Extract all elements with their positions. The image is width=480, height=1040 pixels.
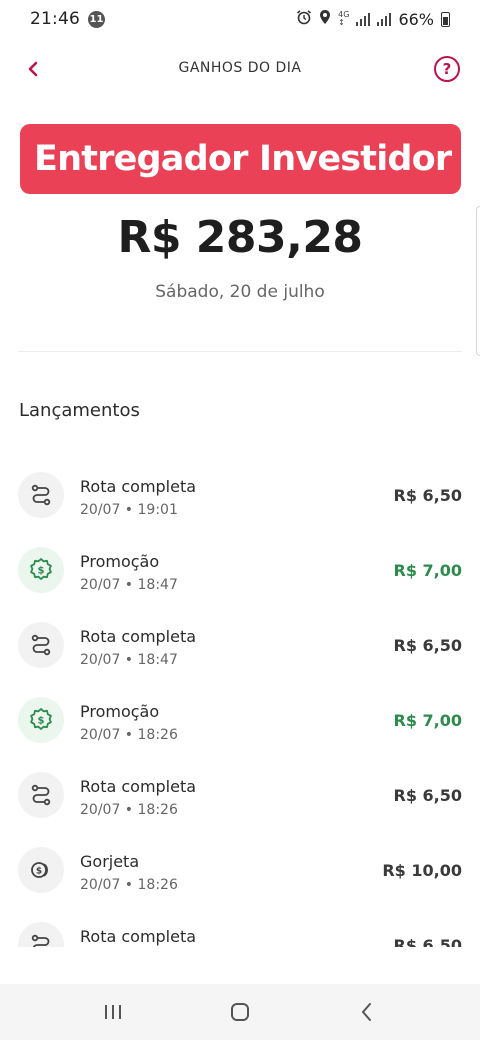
item-amount: R$ 7,00 [393,561,463,580]
item-title: Rota completa [80,927,197,946]
item-title: Promoção [80,702,160,721]
item-date: 20/07 • 18:47 [80,577,178,593]
page-title: GANHOS DO DIA [178,60,302,76]
svg-text:$: $ [38,566,45,577]
notification-count-badge: 11 [88,10,105,28]
daily-date: Sábado, 20 de julho [155,282,325,302]
item-date: 20/07 • 19:01 [80,502,178,518]
list-item[interactable]: Rota completa 20/07 • 18:47 R$ 6,50 [0,610,480,685]
svg-text:$: $ [38,716,45,727]
item-amount: R$ 10,00 [382,861,462,880]
item-date: 20/07 • 18:47 [80,652,178,668]
system-nav-bar [0,984,480,1040]
recent-apps-icon [105,1005,122,1019]
item-amount: R$ 7,00 [393,711,463,730]
item-title: Rota completa [80,627,197,646]
item-title: Promoção [80,552,160,571]
item-amount: R$ 6,50 [393,786,463,805]
coins-icon: $ [18,847,64,893]
list-item[interactable]: Rota completa 20/07 • 18:26 R$ 6,50 [0,760,480,835]
promo-badge-icon: $ [18,697,64,743]
home-button[interactable] [220,992,260,1032]
launches-list: Rota completa 20/07 • 19:01 R$ 6,50 $ Pr… [0,460,480,947]
system-back-button[interactable] [347,992,387,1032]
route-icon [18,772,64,818]
status-bar: 21:46 11 4G ↕ 66% [0,0,480,38]
question-circle-icon: ? [442,60,452,78]
item-title: Rota completa [80,477,197,496]
item-date: 20/07 • 18:26 [80,877,178,893]
home-icon [230,1003,249,1021]
location-icon [319,9,331,29]
item-amount: R$ 6,50 [393,636,463,655]
svg-text:$: $ [36,867,42,877]
signal-icon [356,12,371,26]
route-icon [18,922,64,947]
item-amount: R$ 6,50 [393,936,463,947]
promo-badge-icon: $ [18,547,64,593]
list-item[interactable]: Rota completa R$ 6,50 [0,910,480,947]
help-button[interactable]: ? [434,56,460,82]
status-time: 21:46 [30,9,80,29]
route-icon [18,622,64,668]
scrollbar[interactable] [476,206,480,356]
alarm-icon [296,9,312,29]
launches-section-title: Lançamentos [19,400,140,421]
list-item[interactable]: Rota completa 20/07 • 19:01 R$ 6,50 [0,460,480,535]
promo-banner: Entregador Investidor [20,124,461,194]
top-app-bar: GANHOS DO DIA ? [0,48,480,92]
list-item[interactable]: $ Promoção 20/07 • 18:26 R$ 7,00 [0,685,480,760]
item-amount: R$ 6,50 [393,486,463,505]
list-item[interactable]: $ Gorjeta 20/07 • 18:26 R$ 10,00 [0,835,480,910]
battery-percent: 66% [398,9,434,29]
divider [18,351,462,352]
item-title: Rota completa [80,777,197,796]
list-item[interactable]: $ Promoção 20/07 • 18:47 R$ 7,00 [0,535,480,610]
battery-icon [441,11,450,27]
daily-total: R$ 283,28 [117,212,363,263]
item-date: 20/07 • 18:26 [80,802,178,818]
item-date: 20/07 • 18:26 [80,727,178,743]
item-title: Gorjeta [80,852,140,871]
recent-apps-button[interactable] [93,992,133,1032]
signal-icon-2 [377,12,392,26]
back-icon [361,1003,371,1021]
network-type-label: 4G ↕ [338,10,350,27]
route-icon [18,472,64,518]
